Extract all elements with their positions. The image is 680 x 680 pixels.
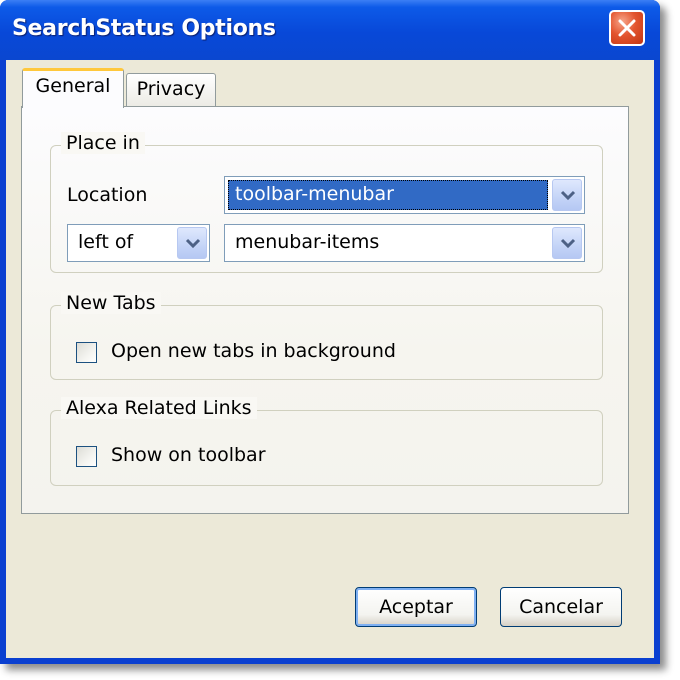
location-label: Location: [67, 184, 148, 206]
location-select-dropdown-button[interactable]: [552, 179, 582, 211]
position-select[interactable]: left of: [67, 224, 210, 262]
show-on-toolbar-label[interactable]: Show on toolbar: [111, 444, 266, 466]
new-tabs-group: New Tabs Open new tabs in background: [50, 292, 603, 380]
anchor-select[interactable]: menubar-items: [224, 224, 585, 262]
cancel-button[interactable]: Cancelar: [500, 587, 622, 627]
ok-button[interactable]: Aceptar: [355, 587, 477, 627]
dialog-client-area: General Privacy Place in Location toolba…: [6, 60, 654, 658]
close-icon: [618, 19, 636, 37]
window-title: SearchStatus Options: [12, 16, 276, 41]
show-on-toolbar-checkbox[interactable]: [76, 446, 97, 467]
place-in-group: Place in Location toolbar-menubar left o…: [50, 132, 603, 273]
location-select-value: toolbar-menubar: [228, 180, 548, 210]
chevron-down-icon: [560, 238, 576, 249]
chevron-down-icon: [185, 238, 201, 249]
tab-general[interactable]: General: [22, 68, 124, 108]
position-select-dropdown-button[interactable]: [177, 227, 207, 259]
alexa-links-legend: Alexa Related Links: [61, 397, 257, 419]
location-select[interactable]: toolbar-menubar: [224, 176, 585, 214]
open-tabs-background-label[interactable]: Open new tabs in background: [111, 340, 396, 362]
title-bar[interactable]: SearchStatus Options: [0, 0, 660, 60]
dialog-window: SearchStatus Options General Privacy Pla…: [0, 0, 660, 664]
position-select-value: left of: [78, 231, 134, 253]
tab-privacy[interactable]: Privacy: [126, 73, 216, 106]
new-tabs-legend: New Tabs: [61, 292, 161, 314]
close-button[interactable]: [609, 10, 645, 46]
alexa-links-group: Alexa Related Links Show on toolbar: [50, 397, 603, 486]
place-in-legend: Place in: [61, 132, 145, 154]
anchor-select-value: menubar-items: [235, 231, 380, 253]
chevron-down-icon: [560, 190, 576, 201]
open-tabs-background-checkbox[interactable]: [76, 342, 97, 363]
tab-panel-general: Place in Location toolbar-menubar left o…: [21, 106, 629, 514]
anchor-select-dropdown-button[interactable]: [552, 227, 582, 259]
